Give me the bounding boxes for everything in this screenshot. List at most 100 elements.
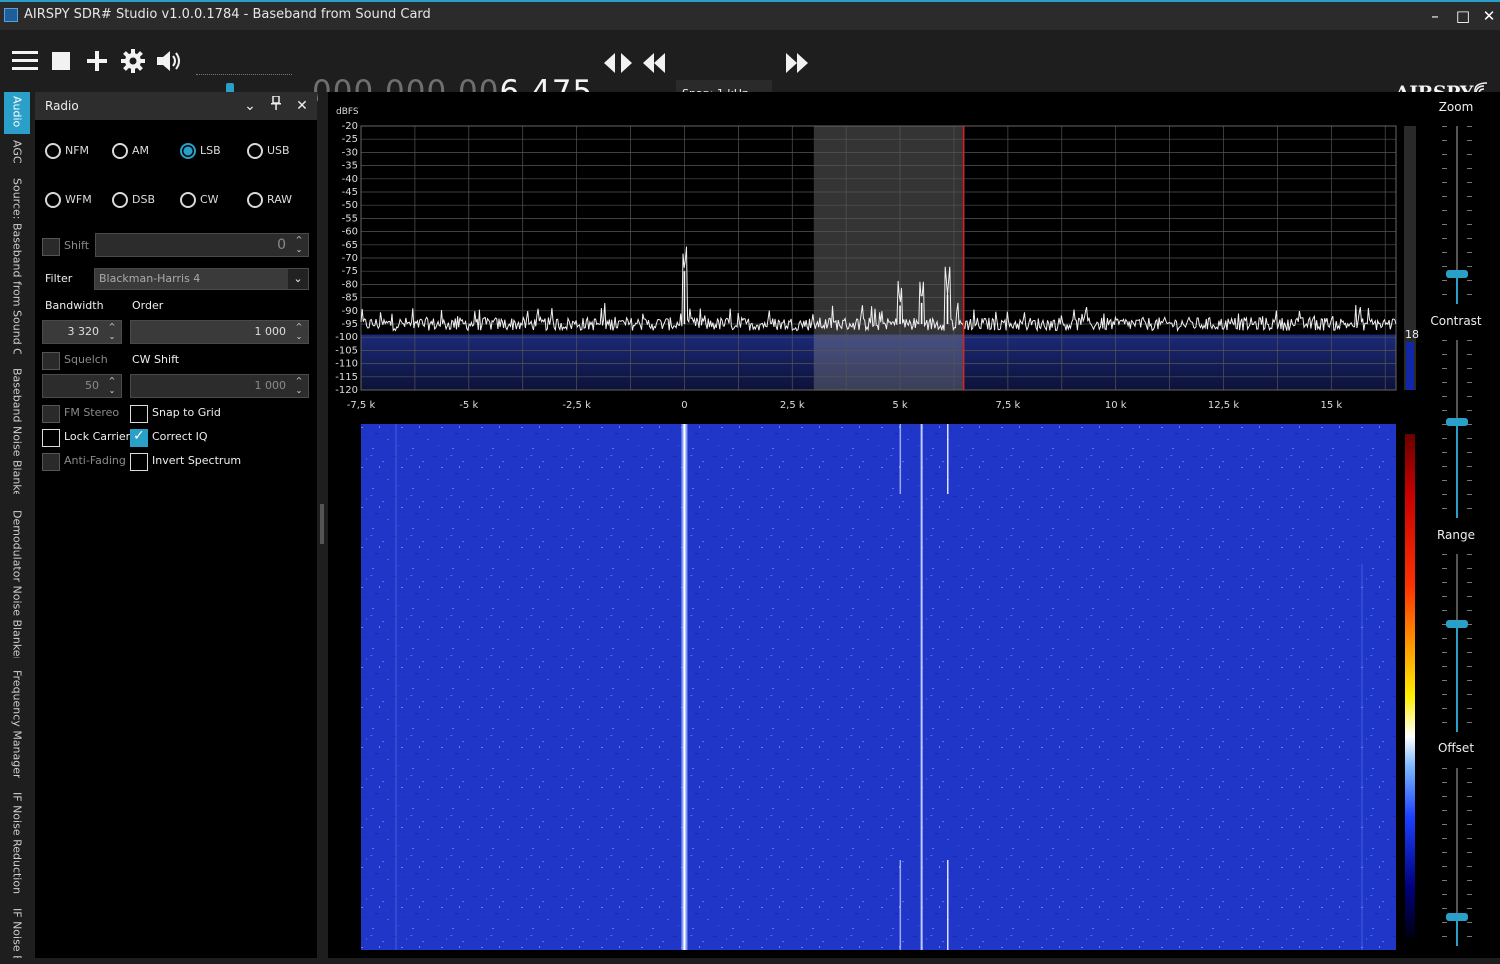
add-icon[interactable] bbox=[82, 46, 112, 76]
y-tick-label: -45 bbox=[342, 187, 358, 198]
y-tick-label: -65 bbox=[342, 240, 358, 251]
stop-icon[interactable] bbox=[46, 46, 76, 76]
display-slider-fill bbox=[1456, 917, 1458, 946]
mode-lsb-radio[interactable]: LSB bbox=[180, 143, 221, 159]
waterfall-signal-segment bbox=[947, 424, 949, 494]
display-slider-handle[interactable] bbox=[1446, 620, 1468, 628]
shift-input[interactable]: 0 ^ ⌄ bbox=[95, 233, 309, 257]
tab-if-noise-reduction[interactable]: IF Noise Reduction * bbox=[4, 788, 30, 894]
tab-if-noise-b[interactable]: IF Noise B bbox=[4, 904, 30, 960]
y-tick-label: -40 bbox=[342, 174, 358, 185]
step-left-right-icon[interactable] bbox=[603, 48, 633, 78]
cw-shift-spinner[interactable]: ^ ⌄ bbox=[292, 376, 306, 396]
filter-label: Filter bbox=[45, 272, 73, 285]
spectrum-waterfall-svg[interactable]: -20 -25 -30 -35 -40 -45 -50 -55 -60 -65 -70 -75 -80 -… bbox=[328, 92, 1420, 958]
x-tick-label: -5 k bbox=[459, 400, 478, 411]
waterfall bbox=[361, 424, 1396, 950]
panel-close-icon[interactable]: ✕ bbox=[291, 95, 313, 117]
mode-raw-radio[interactable]: RAW bbox=[247, 192, 292, 208]
y-tick-label: -55 bbox=[342, 213, 358, 224]
y-tick-label: -120 bbox=[335, 385, 358, 396]
bandwidth-input[interactable]: 3 320 ^ ⌄ bbox=[42, 320, 122, 344]
radio-panel-header: Radio ⌄ ✕ bbox=[35, 92, 317, 120]
order-label: Order bbox=[132, 299, 164, 312]
display-slider-fill bbox=[1456, 624, 1458, 732]
lock-carrier-checkbox[interactable]: Lock Carrier bbox=[42, 429, 130, 447]
squelch-spinner[interactable]: ^ ⌄ bbox=[105, 376, 119, 396]
invert-spectrum-checkbox[interactable]: Invert Spectrum bbox=[130, 453, 241, 471]
tab-frequency-manager[interactable]: Frequency Manager * bbox=[4, 666, 30, 778]
fm-stereo-checkbox[interactable]: FM Stereo bbox=[42, 405, 119, 423]
display-slider-handle[interactable] bbox=[1446, 270, 1468, 278]
y-tick-label: -70 bbox=[342, 253, 358, 264]
correct-iq-checkbox[interactable]: Correct IQ bbox=[130, 428, 208, 447]
mode-am-radio[interactable]: AM bbox=[112, 143, 149, 159]
tab-demodulator-noise-blanker[interactable]: Demodulator Noise Blanker * bbox=[4, 506, 30, 658]
gear-icon[interactable] bbox=[118, 46, 148, 76]
y-tick-label: -35 bbox=[342, 161, 358, 172]
y-tick-label: -85 bbox=[342, 293, 358, 304]
tab-agc[interactable]: AGC bbox=[4, 136, 30, 168]
waterfall-noise bbox=[361, 424, 1396, 950]
close-button[interactable]: ✕ bbox=[1476, 4, 1500, 28]
speaker-icon[interactable] bbox=[154, 46, 184, 76]
cw-shift-input[interactable]: 1 000 ^ ⌄ bbox=[130, 374, 309, 398]
display-controls-panel: Zoom Contrast Range Offset bbox=[1420, 92, 1500, 958]
x-tick-label: -7,5 k bbox=[347, 400, 376, 411]
y-tick-label: -50 bbox=[342, 200, 358, 211]
display-slider-handle[interactable] bbox=[1446, 418, 1468, 426]
bandwidth-label: Bandwidth bbox=[45, 299, 104, 312]
snap-to-grid-checkbox[interactable]: Snap to Grid bbox=[130, 405, 221, 423]
maximize-button[interactable]: □ bbox=[1450, 4, 1476, 28]
mode-wfm-radio[interactable]: WFM bbox=[45, 192, 92, 208]
y-tick-label: -20 bbox=[342, 121, 358, 132]
rewind-icon[interactable] bbox=[640, 48, 670, 78]
y-tick-label: -90 bbox=[342, 306, 358, 317]
zoom-label: Zoom bbox=[1438, 100, 1474, 114]
squelch-checkbox[interactable]: Squelch bbox=[42, 352, 108, 370]
cw-shift-value: 1 000 bbox=[254, 379, 287, 392]
shift-spinner[interactable]: ^ ⌄ bbox=[292, 235, 306, 255]
shift-checkbox[interactable]: Shift bbox=[42, 238, 89, 256]
y-tick-label: -80 bbox=[342, 279, 358, 290]
level-bar-fill bbox=[1406, 342, 1414, 390]
toolbar: 000.000.006.475 Snap: 1 kHz⌄ AIRSPY bbox=[0, 30, 1500, 110]
waterfall-signal-segment bbox=[899, 424, 902, 494]
y-tick-label: -100 bbox=[335, 332, 358, 343]
tab-audio[interactable]: Audio bbox=[4, 92, 30, 134]
mode-dsb-radio[interactable]: DSB bbox=[112, 192, 155, 208]
order-value: 1 000 bbox=[254, 325, 287, 338]
menu-icon[interactable] bbox=[10, 46, 40, 76]
order-input[interactable]: 1 000 ^ ⌄ bbox=[130, 320, 309, 344]
anti-fading-checkbox[interactable]: Anti-Fading bbox=[42, 453, 126, 471]
squelch-input[interactable]: 50 ^ ⌄ bbox=[42, 374, 122, 398]
display-slider-fill bbox=[1456, 274, 1458, 304]
waterfall-color-scale bbox=[1405, 434, 1415, 938]
spectrum-grid bbox=[360, 125, 1397, 391]
fast-forward-icon[interactable] bbox=[781, 48, 811, 78]
pin-icon[interactable] bbox=[265, 95, 287, 117]
tab-baseband-noise-blanker[interactable]: Baseband Noise Blanker * bbox=[4, 364, 30, 494]
title-bar: AIRSPY SDR# Studio v1.0.0.1784 - Baseban… bbox=[0, 0, 1500, 30]
filter-select[interactable]: Blackman-Harris 4 ⌄ bbox=[94, 268, 309, 290]
waterfall-signal-segment bbox=[899, 860, 902, 950]
y-axis-unit: dBFS bbox=[336, 107, 359, 117]
mode-cw-radio[interactable]: CW bbox=[180, 192, 219, 208]
splitter-grip[interactable] bbox=[320, 504, 324, 544]
mode-usb-radio[interactable]: USB bbox=[247, 143, 290, 159]
waterfall-faint-line bbox=[395, 424, 397, 950]
collapse-chevron-icon[interactable]: ⌄ bbox=[239, 95, 261, 117]
x-tick-label: 0 bbox=[681, 400, 687, 411]
x-tick-label: 12,5 k bbox=[1208, 400, 1239, 411]
tab-source[interactable]: Source: Baseband from Sound Card bbox=[4, 174, 30, 354]
mode-nfm-radio[interactable]: NFM bbox=[45, 143, 89, 159]
minimize-button[interactable]: – bbox=[1422, 4, 1448, 28]
side-tab-bar: Audio AGC Source: Baseband from Sound Ca… bbox=[0, 92, 34, 964]
squelch-value: 50 bbox=[85, 379, 99, 392]
display-slider-handle[interactable] bbox=[1446, 913, 1468, 921]
bandwidth-spinner[interactable]: ^ ⌄ bbox=[105, 322, 119, 342]
radio-panel: Radio ⌄ ✕ NFM AM LSB USB WFM DSB CW RAW … bbox=[35, 92, 317, 958]
order-spinner[interactable]: ^ ⌄ bbox=[292, 322, 306, 342]
x-tick-label: 7,5 k bbox=[995, 400, 1020, 411]
x-tick-label: 2,5 k bbox=[780, 400, 805, 411]
